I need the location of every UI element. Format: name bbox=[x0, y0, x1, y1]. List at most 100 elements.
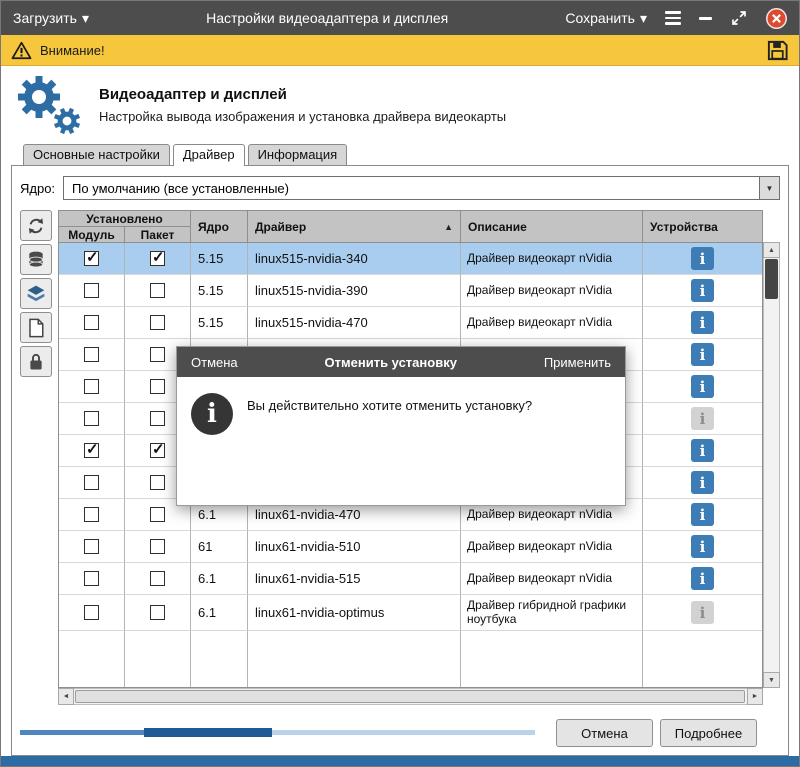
window: Загрузить ▾ Настройки видеоадаптера и ди… bbox=[0, 0, 800, 767]
package-checkbox[interactable] bbox=[150, 475, 165, 490]
dialog-message: Вы действительно хотите отменить установ… bbox=[247, 393, 532, 413]
tab-driver[interactable]: Драйвер bbox=[173, 144, 245, 166]
horizontal-scrollbar[interactable]: ◄ ► bbox=[58, 688, 763, 705]
vertical-scroll-thumb[interactable] bbox=[765, 259, 778, 299]
dialog-header: Отмена Отменить установку Применить bbox=[177, 347, 625, 377]
module-checkbox[interactable] bbox=[84, 605, 99, 620]
warning-label: Внимание! bbox=[40, 43, 105, 58]
close-button[interactable] bbox=[766, 8, 787, 29]
refresh-button[interactable] bbox=[20, 210, 52, 241]
vertical-scrollbar[interactable]: ▲ ▼ bbox=[763, 210, 780, 688]
document-button[interactable] bbox=[20, 312, 52, 343]
save-icon[interactable] bbox=[766, 39, 789, 62]
tab-information[interactable]: Информация bbox=[248, 144, 348, 165]
expand-icon[interactable] bbox=[730, 9, 748, 27]
horizontal-scroll-track[interactable] bbox=[74, 688, 747, 705]
module-checkbox[interactable] bbox=[84, 411, 99, 426]
lock-button[interactable] bbox=[20, 346, 52, 377]
save-menu-button[interactable]: Сохранить ▾ bbox=[565, 10, 647, 27]
scroll-left-button[interactable]: ◄ bbox=[58, 688, 74, 705]
module-checkbox[interactable] bbox=[84, 315, 99, 330]
kernel-cell: 5.15 bbox=[191, 275, 248, 307]
details-button[interactable]: Подробнее bbox=[660, 719, 757, 747]
module-checkbox[interactable] bbox=[84, 475, 99, 490]
menu-icon[interactable] bbox=[665, 11, 681, 25]
confirm-dialog: Отмена Отменить установку Применить Вы д… bbox=[176, 346, 626, 506]
dialog-cancel-button[interactable]: Отмена bbox=[191, 355, 238, 370]
vertical-scroll-track[interactable] bbox=[763, 258, 780, 672]
package-checkbox[interactable] bbox=[150, 251, 165, 266]
device-info-button[interactable] bbox=[691, 343, 714, 366]
package-checkbox[interactable] bbox=[150, 347, 165, 362]
package-checkbox[interactable] bbox=[150, 379, 165, 394]
device-info-button[interactable] bbox=[691, 471, 714, 494]
module-checkbox[interactable] bbox=[84, 283, 99, 298]
module-checkbox[interactable] bbox=[84, 251, 99, 266]
description-cell: Драйвер гибридной графики ноутбука bbox=[467, 599, 636, 626]
column-header-devices[interactable]: Устройства bbox=[643, 211, 762, 243]
module-checkbox[interactable] bbox=[84, 443, 99, 458]
device-info-button[interactable] bbox=[691, 439, 714, 462]
column-header-description[interactable]: Описание bbox=[461, 211, 643, 243]
layers-button[interactable] bbox=[20, 278, 52, 309]
scroll-right-button[interactable]: ► bbox=[747, 688, 763, 705]
description-cell: Драйвер видеокарт nVidia bbox=[467, 252, 636, 266]
column-header-driver[interactable]: Драйвер ▲ bbox=[248, 211, 461, 243]
driver-cell: linux515-nvidia-340 bbox=[248, 243, 461, 275]
device-info-button[interactable] bbox=[691, 503, 714, 526]
device-info-button[interactable] bbox=[691, 567, 714, 590]
database-button[interactable] bbox=[20, 244, 52, 275]
cancel-button[interactable]: Отмена bbox=[556, 719, 653, 747]
package-checkbox[interactable] bbox=[150, 507, 165, 522]
minimize-button[interactable] bbox=[699, 17, 712, 20]
kernel-select[interactable]: По умолчанию (все установленные) ▼ bbox=[63, 176, 780, 200]
driver-cell: linux61-nvidia-515 bbox=[248, 563, 461, 595]
scroll-up-button[interactable]: ▲ bbox=[763, 242, 780, 258]
driver-cell: linux61-nvidia-optimus bbox=[248, 595, 461, 631]
device-info-button bbox=[691, 407, 714, 430]
module-checkbox[interactable] bbox=[84, 507, 99, 522]
package-checkbox[interactable] bbox=[150, 605, 165, 620]
dialog-title: Отменить установку bbox=[325, 355, 457, 370]
driver-cell: linux61-nvidia-510 bbox=[248, 531, 461, 563]
device-info-button[interactable] bbox=[691, 247, 714, 270]
device-info-button[interactable] bbox=[691, 311, 714, 334]
package-checkbox[interactable] bbox=[150, 315, 165, 330]
dialog-apply-button[interactable]: Применить bbox=[544, 355, 611, 370]
module-checkbox[interactable] bbox=[84, 539, 99, 554]
package-checkbox[interactable] bbox=[150, 571, 165, 586]
column-header-module[interactable]: Модуль bbox=[59, 227, 125, 243]
column-header-kernel[interactable]: Ядро bbox=[191, 211, 248, 243]
description-cell: Драйвер видеокарт nVidia bbox=[467, 572, 636, 586]
kernel-cell: 6.1 bbox=[191, 563, 248, 595]
device-info-button[interactable] bbox=[691, 279, 714, 302]
scroll-down-button[interactable]: ▼ bbox=[763, 672, 780, 688]
page-subtitle: Настройка вывода изображения и установка… bbox=[99, 109, 506, 124]
load-menu-button[interactable]: Загрузить ▾ bbox=[13, 10, 89, 27]
warning-icon bbox=[11, 41, 32, 60]
column-header-installed[interactable]: Установлено bbox=[59, 211, 191, 227]
horizontal-scroll-thumb[interactable] bbox=[75, 690, 745, 703]
package-checkbox[interactable] bbox=[150, 443, 165, 458]
package-checkbox[interactable] bbox=[150, 539, 165, 554]
dropdown-arrow-icon[interactable]: ▼ bbox=[759, 177, 779, 199]
info-icon bbox=[191, 393, 233, 435]
module-checkbox[interactable] bbox=[84, 379, 99, 394]
bottom-accent-bar bbox=[1, 756, 799, 766]
device-info-button[interactable] bbox=[691, 375, 714, 398]
kernel-select-value: По умолчанию (все установленные) bbox=[64, 177, 759, 199]
device-info-button[interactable] bbox=[691, 535, 714, 558]
package-checkbox[interactable] bbox=[150, 283, 165, 298]
driver-cell: linux515-nvidia-470 bbox=[248, 307, 461, 339]
module-checkbox[interactable] bbox=[84, 347, 99, 362]
app-header: Видеоадаптер и дисплей Настройка вывода … bbox=[1, 66, 799, 143]
tab-main-settings[interactable]: Основные настройки bbox=[23, 144, 170, 165]
column-header-package[interactable]: Пакет bbox=[125, 227, 191, 243]
description-cell: Драйвер видеокарт nVidia bbox=[467, 540, 636, 554]
caret-down-icon: ▾ bbox=[640, 10, 647, 27]
kernel-cell: 6.1 bbox=[191, 595, 248, 631]
progress-bar bbox=[20, 728, 535, 738]
package-checkbox[interactable] bbox=[150, 411, 165, 426]
device-info-button bbox=[691, 601, 714, 624]
module-checkbox[interactable] bbox=[84, 571, 99, 586]
